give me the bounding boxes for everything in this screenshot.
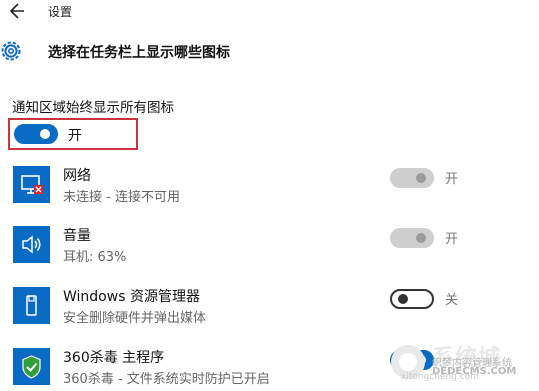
back-button[interactable] — [4, 0, 28, 22]
volume-icon — [13, 226, 50, 263]
app-name: 音量 — [63, 228, 91, 244]
watermark: 系统城 织梦内容管理系统 DEDECMS.COM — [388, 336, 539, 391]
app-status: 安全删除硬件并弹出媒体 — [63, 311, 207, 326]
show-all-icons-state: 开 — [68, 128, 82, 144]
shield-icon — [13, 348, 50, 385]
top-bar: 设置 — [0, 0, 539, 24]
gear-icon — [0, 38, 26, 64]
app-name: 360杀毒 主程序 — [63, 350, 165, 366]
toggle-state-label: 开 — [445, 172, 459, 187]
network-toggle[interactable] — [390, 168, 434, 188]
network-icon — [13, 166, 50, 203]
toggle-knob — [40, 129, 50, 139]
page-header: 选择在任务栏上显示哪些图标 — [0, 30, 539, 72]
toggle-state-label: 开 — [445, 232, 459, 247]
app-status: 耳机: 63% — [63, 250, 127, 265]
settings-page: 设置 选择在任务栏上显示哪些图标 通知区域始终显示所有图标 开 网络 未连接 -… — [0, 0, 539, 391]
app-status: 360杀毒 - 文件系统实时防护已开启 — [63, 372, 270, 387]
back-arrow-icon — [9, 3, 24, 19]
toggle-knob — [398, 294, 408, 304]
page-title: 选择在任务栏上显示哪些图标 — [48, 45, 230, 61]
app-name: 网络 — [63, 168, 91, 184]
toggle-knob — [416, 233, 426, 243]
notification-area-heading: 通知区域始终显示所有图标 — [12, 100, 174, 116]
window-title: 设置 — [48, 5, 73, 19]
app-status: 未连接 - 连接不可用 — [63, 190, 180, 205]
show-all-icons-toggle[interactable] — [14, 124, 58, 144]
list-item: 音量 耳机: 63% 开 — [0, 222, 539, 278]
toggle-knob — [416, 173, 426, 183]
watermark-line-3: xitongcheng.com — [401, 372, 479, 382]
volume-toggle[interactable] — [390, 228, 434, 248]
usb-drive-icon — [13, 287, 50, 324]
toggle-state-label: 关 — [445, 293, 459, 308]
app-name: Windows 资源管理器 — [63, 289, 200, 305]
explorer-toggle[interactable] — [390, 289, 434, 309]
list-item: Windows 资源管理器 安全删除硬件并弹出媒体 关 — [0, 283, 539, 339]
list-item: 网络 未连接 - 连接不可用 开 — [0, 162, 539, 218]
